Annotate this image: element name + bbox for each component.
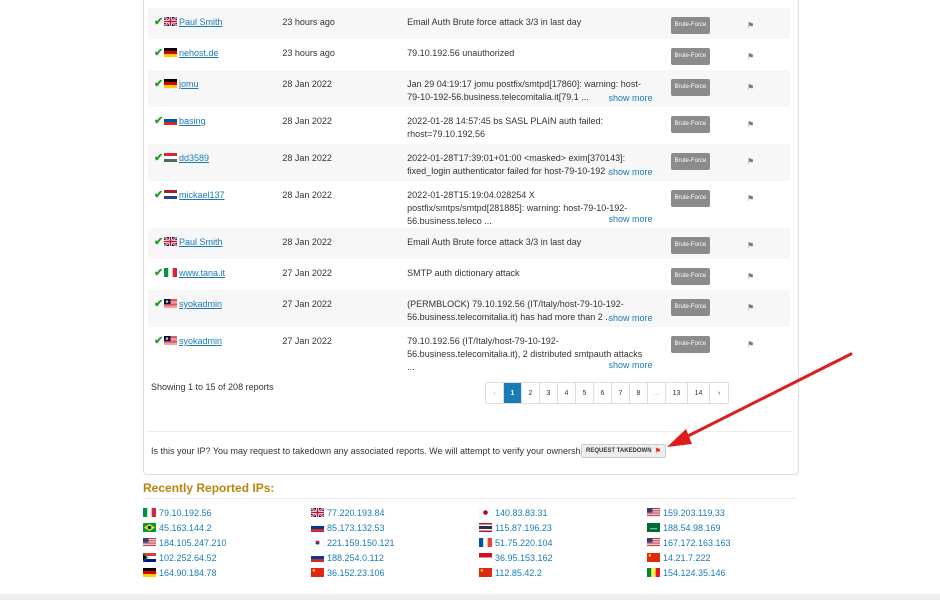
annotation-arrow-icon	[667, 352, 853, 447]
